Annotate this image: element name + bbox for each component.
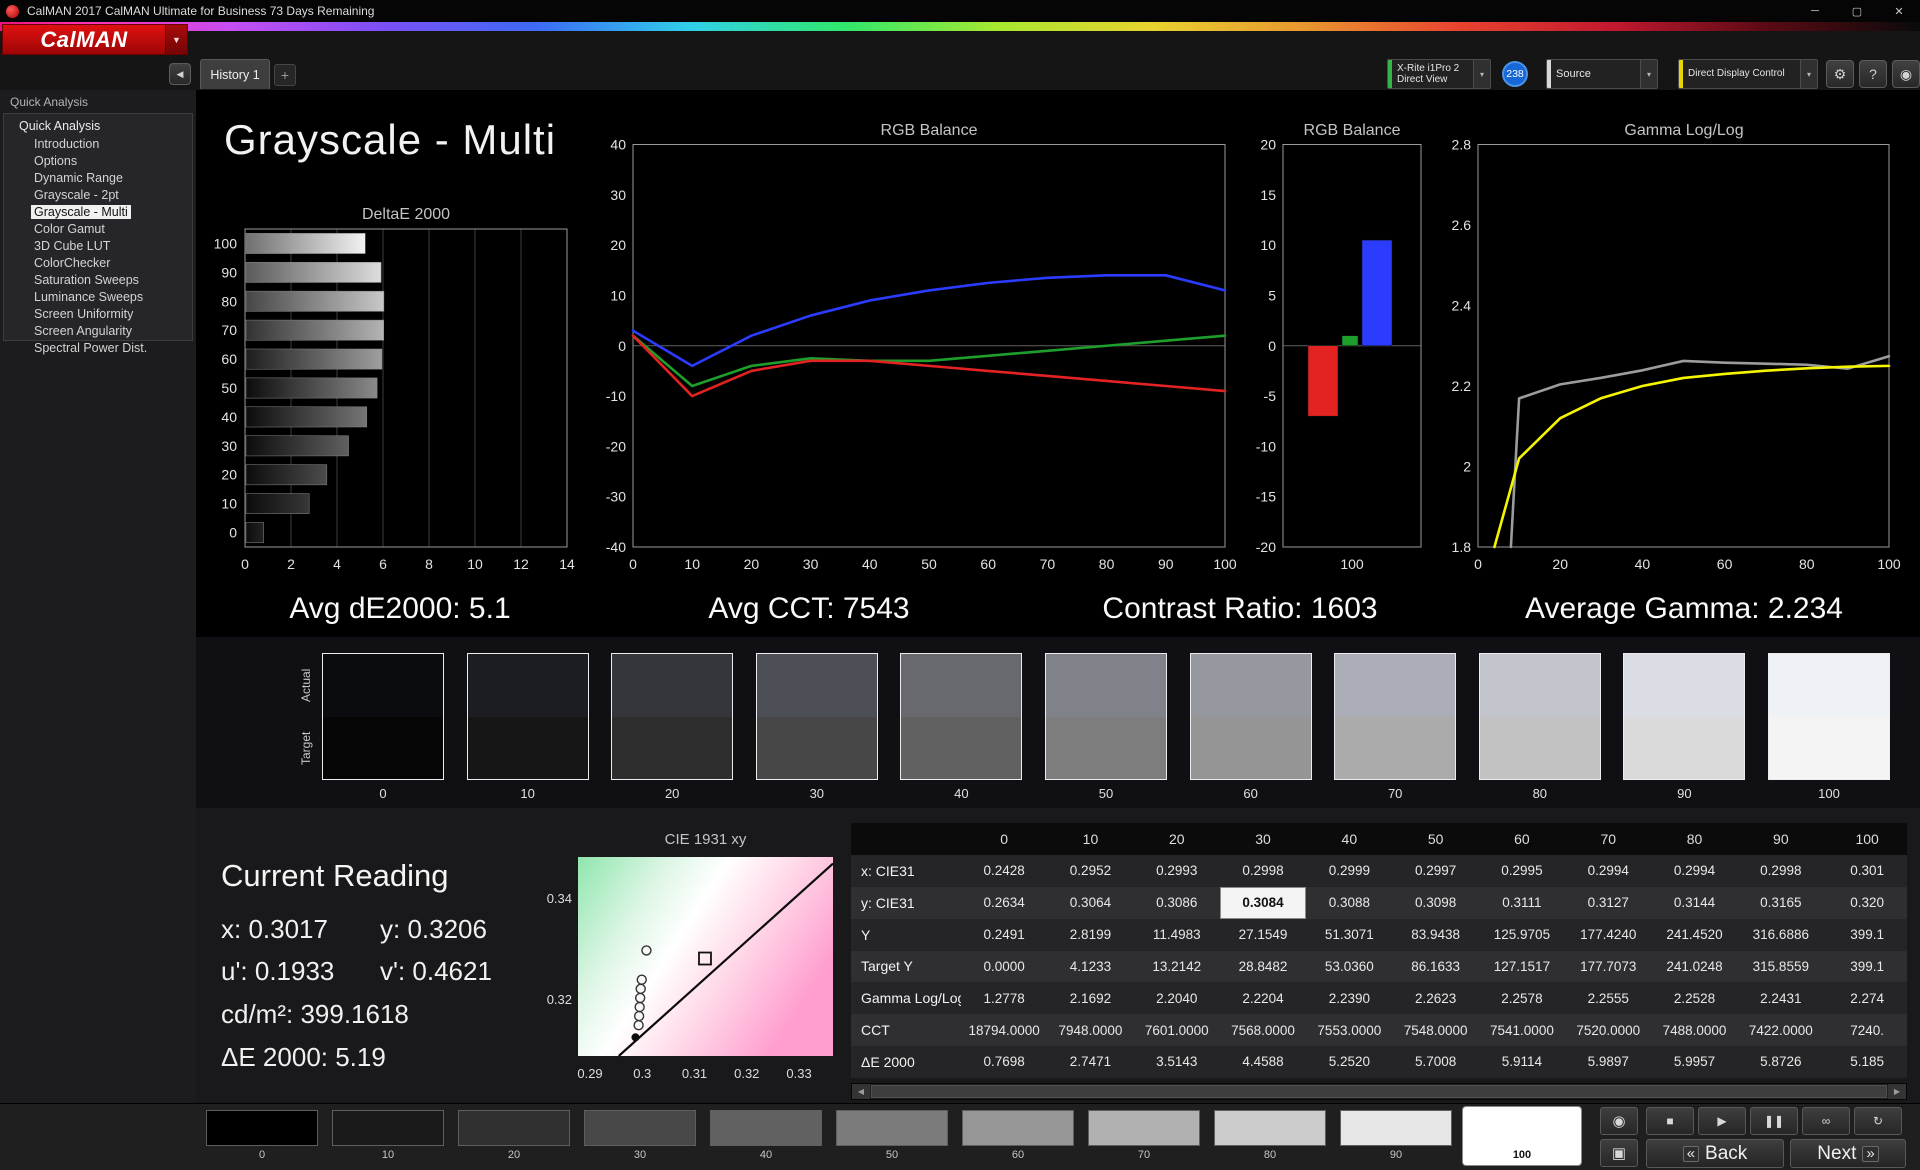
play-icon-button[interactable]: ▶: [1698, 1107, 1746, 1135]
next-button-label: Next: [1817, 1142, 1857, 1164]
loop-icon-button[interactable]: ∞: [1802, 1107, 1850, 1135]
pattern-icon-button[interactable]: ▣: [1600, 1139, 1638, 1167]
back-button-label: Back: [1705, 1142, 1748, 1164]
pause-icon-button[interactable]: ❚❚: [1750, 1107, 1798, 1135]
transport-controls: ◉ ▣ ■ ▶ ❚❚ ∞ ↻: [0, 0, 1920, 1170]
refresh-icon-button[interactable]: ↻: [1854, 1107, 1902, 1135]
app-window: CalMAN 2017 CalMAN Ultimate for Business…: [0, 0, 1920, 1170]
reads-icon-button[interactable]: ◉: [1600, 1107, 1638, 1135]
stop-icon-button[interactable]: ■: [1646, 1107, 1694, 1135]
back-button[interactable]: « Back: [1646, 1139, 1784, 1168]
next-button[interactable]: Next »: [1790, 1139, 1906, 1168]
next-chevrons-icon: »: [1862, 1145, 1879, 1162]
back-chevrons-icon: «: [1682, 1145, 1700, 1162]
